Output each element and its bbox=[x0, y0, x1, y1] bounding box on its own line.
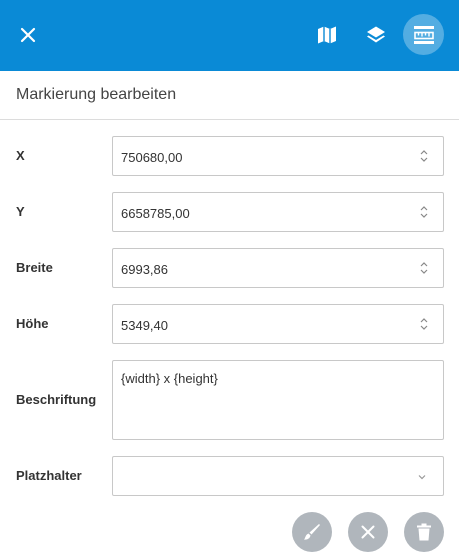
panel-title: Markierung bearbeiten bbox=[16, 86, 177, 103]
map-button[interactable] bbox=[312, 20, 342, 50]
breite-value: 6993,86 bbox=[121, 262, 168, 277]
spinner-icon[interactable] bbox=[419, 316, 429, 332]
delete-button[interactable] bbox=[404, 512, 444, 552]
x-value: 750680,00 bbox=[121, 150, 183, 165]
close-button[interactable] bbox=[14, 21, 42, 49]
x-label: X bbox=[16, 148, 25, 163]
top-toolbar bbox=[0, 0, 459, 71]
hoehe-label: Höhe bbox=[16, 316, 49, 331]
x-field[interactable]: 750680,00 bbox=[112, 136, 444, 176]
cancel-button[interactable] bbox=[348, 512, 388, 552]
measure-button[interactable] bbox=[403, 14, 444, 55]
spinner-icon[interactable] bbox=[419, 148, 429, 164]
beschriftung-label: Beschriftung bbox=[16, 392, 97, 407]
platzhalter-select[interactable] bbox=[112, 456, 444, 496]
layers-icon bbox=[367, 26, 385, 43]
layers-button[interactable] bbox=[361, 20, 391, 50]
y-field[interactable]: 6658785,00 bbox=[112, 192, 444, 232]
breite-field[interactable]: 6993,86 bbox=[112, 248, 444, 288]
y-label: Y bbox=[16, 204, 25, 219]
spinner-icon[interactable] bbox=[419, 260, 429, 276]
y-value: 6658785,00 bbox=[121, 206, 190, 221]
hoehe-field[interactable]: 5349,40 bbox=[112, 304, 444, 344]
divider bbox=[0, 119, 459, 120]
hoehe-value: 5349,40 bbox=[121, 318, 168, 333]
beschriftung-textarea[interactable]: {width} x {height} bbox=[112, 360, 444, 440]
edit-style-button[interactable] bbox=[292, 512, 332, 552]
map-icon bbox=[318, 26, 336, 44]
trash-icon bbox=[417, 523, 431, 541]
close-icon bbox=[20, 27, 36, 43]
close-icon bbox=[361, 525, 375, 539]
brush-icon bbox=[304, 524, 320, 540]
breite-label: Breite bbox=[16, 260, 53, 275]
spinner-icon[interactable] bbox=[419, 204, 429, 220]
ruler-icon bbox=[413, 25, 434, 44]
chevron-down-icon bbox=[418, 475, 426, 480]
platzhalter-label: Platzhalter bbox=[16, 468, 82, 483]
beschriftung-value: {width} x {height} bbox=[121, 371, 218, 386]
